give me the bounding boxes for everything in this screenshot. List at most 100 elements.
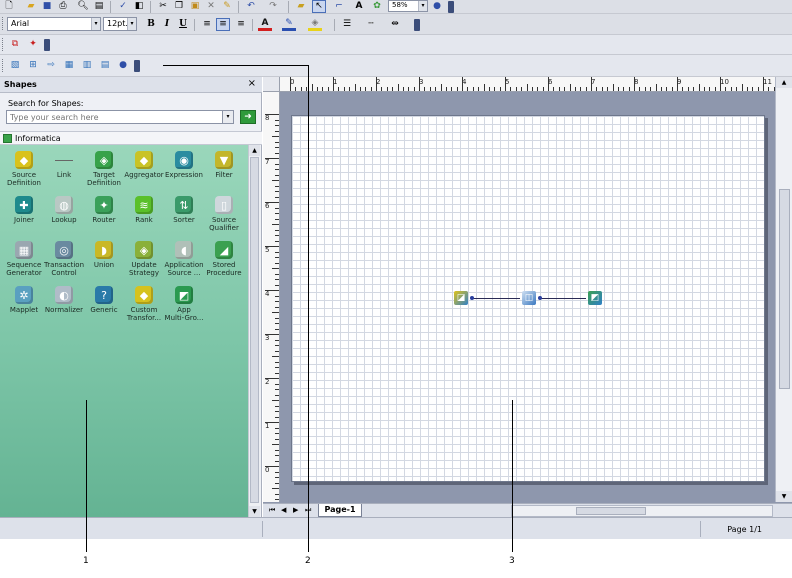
toolbar-grip[interactable]: [2, 17, 5, 30]
stencil-shape-application-source[interactable]: ◖ Application Source ...: [163, 241, 205, 277]
research-icon[interactable]: ◧: [132, 0, 146, 13]
search-shapes-input[interactable]: [6, 110, 234, 124]
align-center-icon[interactable]: ≡: [216, 18, 230, 31]
stencil-shape-filter[interactable]: ▼ Filter: [203, 151, 245, 179]
underline-icon[interactable]: U: [176, 18, 190, 31]
redo-icon[interactable]: ↷: [266, 0, 280, 13]
zoom-select[interactable]: 58% ▾: [388, 0, 428, 12]
stencil-shape-router[interactable]: ✦ Router: [83, 196, 125, 224]
line-color-icon[interactable]: ✎: [282, 18, 296, 31]
copy-icon[interactable]: ❐: [172, 0, 186, 13]
stencil-shape-source-definition[interactable]: ◆ Source Definition: [3, 151, 45, 187]
stencil-scrollbar[interactable]: ▲ ▼: [248, 145, 260, 517]
line-ends-icon[interactable]: ⇹: [388, 18, 402, 31]
toolbar-grip[interactable]: [2, 38, 5, 51]
stencil-shape-aggregator[interactable]: ◆ Aggregator: [123, 151, 165, 179]
stencil-shape-normalizer[interactable]: ◐ Normalizer: [43, 286, 85, 314]
stencil-shape-app-multi-group[interactable]: ◩ App Multi-Gro...: [163, 286, 205, 322]
toolbar-options-icon[interactable]: [448, 1, 454, 13]
print-icon[interactable]: ⎙: [56, 0, 70, 13]
stencil-shape-stored-procedure[interactable]: ◢ Stored Procedure: [203, 241, 245, 277]
target-definition-node-icon[interactable]: ◩: [588, 291, 602, 305]
align-left-icon[interactable]: ≡: [200, 18, 214, 31]
delete-icon[interactable]: ✕: [204, 0, 218, 13]
text-tool-icon[interactable]: A: [352, 0, 366, 13]
toolbar-grip[interactable]: [2, 59, 5, 72]
pdf-settings-icon[interactable]: ✦: [26, 38, 40, 51]
validate-mapping-icon[interactable]: ⊞: [26, 59, 40, 72]
stencil-shape-lookup[interactable]: ◍ Lookup: [43, 196, 85, 224]
stencil-shape-mapplet[interactable]: ✲ Mapplet: [3, 286, 45, 314]
scroll-thumb[interactable]: [576, 507, 646, 515]
stencil-shape-link[interactable]: Link: [43, 151, 85, 179]
stencil-shape-generic[interactable]: ? Generic: [83, 286, 125, 314]
connector-tool-icon[interactable]: ⌐: [332, 0, 346, 13]
stencil-shape-sorter[interactable]: ⇅ Sorter: [163, 196, 205, 224]
link-connector[interactable]: [470, 296, 520, 300]
publish-icon[interactable]: ⇨: [44, 59, 58, 72]
grid-view-icon[interactable]: ▤: [98, 59, 112, 72]
first-page-icon[interactable]: ⏮: [269, 506, 275, 515]
parameters-icon[interactable]: ▦: [62, 59, 76, 72]
save-icon[interactable]: ■: [40, 0, 54, 13]
stencil-shape-joiner[interactable]: ✚ Joiner: [3, 196, 45, 224]
scroll-up-icon[interactable]: ▲: [776, 77, 792, 88]
font-color-icon[interactable]: A: [258, 18, 272, 31]
print-preview-icon[interactable]: 🔍︎: [76, 0, 90, 13]
stencil-shape-union[interactable]: ◗ Union: [83, 241, 125, 269]
align-right-icon[interactable]: ≡: [234, 18, 248, 31]
previous-page-icon[interactable]: ◀: [281, 506, 286, 514]
shapes-icon[interactable]: ▰: [294, 0, 308, 13]
font-name-select[interactable]: Arial ▾: [7, 17, 101, 31]
search-go-button[interactable]: ➜: [240, 110, 256, 124]
chevron-down-icon[interactable]: ▾: [222, 110, 234, 124]
link-connector[interactable]: [538, 296, 586, 300]
undo-icon[interactable]: ↶: [244, 0, 258, 13]
mapping-table-icon[interactable]: ▥: [80, 59, 94, 72]
open-icon[interactable]: ▰: [24, 0, 38, 13]
chevron-down-icon[interactable]: ▾: [127, 18, 136, 30]
cut-icon[interactable]: ✂: [156, 0, 170, 13]
stencil-shape-expression[interactable]: ◉ Expression: [163, 151, 205, 179]
pointer-tool-icon[interactable]: ↖: [312, 0, 326, 13]
stencil-shape-target-definition[interactable]: ◈ Target Definition: [83, 151, 125, 187]
convert-to-pdf-icon[interactable]: ⧉: [8, 38, 22, 51]
source-qualifier-node-icon[interactable]: ◫: [522, 291, 536, 305]
line-weight-icon[interactable]: ☰: [340, 18, 354, 31]
page-setup-icon[interactable]: ▤: [92, 0, 106, 13]
tab-page-1[interactable]: Page-1: [318, 504, 362, 517]
bold-icon[interactable]: B: [144, 18, 158, 31]
vertical-scrollbar[interactable]: ▲ ▼: [775, 77, 792, 502]
scroll-down-icon[interactable]: ▼: [776, 491, 792, 502]
scroll-down-icon[interactable]: ▼: [249, 506, 260, 517]
toolbar-options-icon[interactable]: [414, 19, 420, 31]
scroll-thumb[interactable]: [779, 189, 790, 389]
scroll-up-icon[interactable]: ▲: [249, 145, 260, 156]
stencil-shape-custom-transformation[interactable]: ◆ Custom Transfor...: [123, 286, 165, 322]
new-document-icon[interactable]: 🗋: [2, 0, 16, 13]
paste-icon[interactable]: ▣: [188, 0, 202, 13]
horizontal-scrollbar[interactable]: [511, 505, 773, 517]
next-page-icon[interactable]: ▶: [293, 506, 298, 514]
stencil-shape-update-strategy[interactable]: ◈ Update Strategy: [123, 241, 165, 277]
font-size-select[interactable]: 12pt. ▾: [103, 17, 137, 31]
italic-icon[interactable]: I: [160, 18, 174, 31]
fill-color-icon[interactable]: ◈: [308, 18, 322, 31]
drawing-page[interactable]: ◪ ◫ ◩: [291, 115, 765, 482]
stencil-shape-source-qualifier[interactable]: ▯ Source Qualifier: [203, 196, 245, 232]
format-painter-icon[interactable]: ✎: [220, 0, 234, 13]
create-template-icon[interactable]: ▧: [8, 59, 22, 72]
chevron-down-icon[interactable]: ▾: [91, 18, 100, 30]
source-definition-node-icon[interactable]: ◪: [454, 291, 468, 305]
help-icon[interactable]: ●: [430, 0, 444, 13]
chevron-down-icon[interactable]: ▾: [418, 1, 427, 11]
close-icon[interactable]: ×: [248, 78, 256, 89]
toolbar-options-icon[interactable]: [44, 39, 50, 51]
stencil-shape-rank[interactable]: ≋ Rank: [123, 196, 165, 224]
toolbar-options-icon[interactable]: [134, 60, 140, 72]
stencil-tab-informatica[interactable]: Informatica: [0, 131, 262, 145]
drawing-tools-icon[interactable]: ✿: [370, 0, 384, 13]
stencil-shape-sequence-generator[interactable]: ▦ Sequence Generator: [3, 241, 45, 277]
scroll-thumb[interactable]: [250, 157, 259, 503]
line-pattern-icon[interactable]: ┅: [364, 18, 378, 31]
